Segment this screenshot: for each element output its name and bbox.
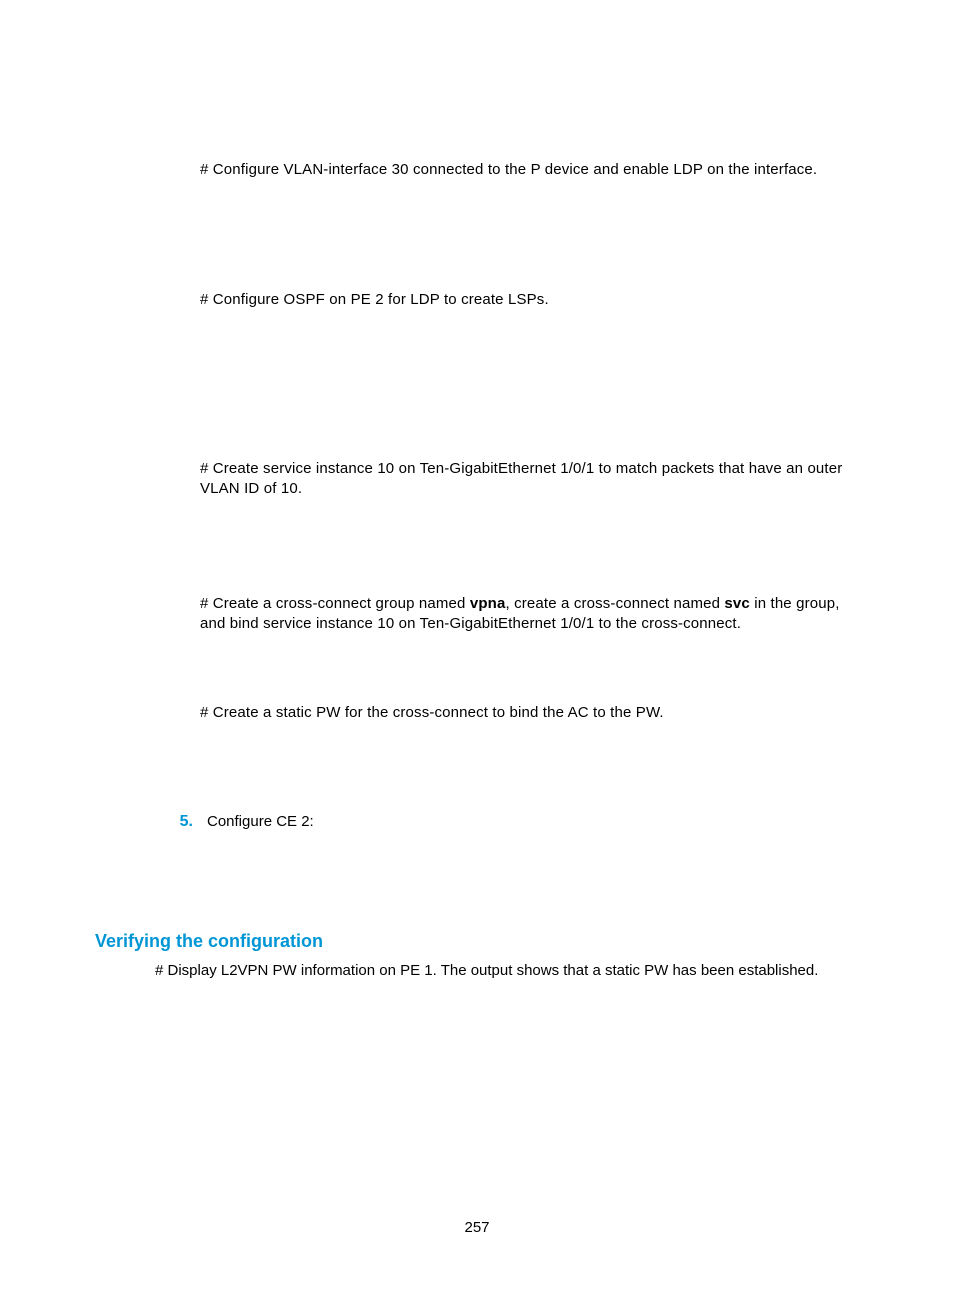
para-display-l2vpn: # Display L2VPN PW information on PE 1. … [155,962,859,979]
spacer [95,723,859,773]
text-run: # Create a cross-connect group named [200,595,470,612]
para-configure-vlan: # Configure VLAN-interface 30 connected … [200,160,859,180]
bold-vpna: vpna [470,595,506,612]
para-create-static-pw: # Create a static PW for the cross-conne… [200,703,859,723]
text-run: , create a cross-connect named [505,595,724,612]
page-content: # Configure VLAN-interface 30 connected … [0,0,954,979]
para-create-xconnect-group: # Create a cross-connect group named vpn… [200,594,859,635]
step-5-row: 5. Configure CE 2: [95,813,859,831]
para-configure-ospf: # Configure OSPF on PE 2 for LDP to crea… [200,290,859,310]
page-number: 257 [0,1219,954,1236]
step-body: Configure CE 2: [207,813,314,830]
heading-verifying: Verifying the configuration [95,931,859,952]
bold-svc: svc [724,595,749,612]
spacer [95,311,859,459]
step-number: 5. [153,813,193,831]
spacer [95,180,859,290]
spacer [95,499,859,594]
para-create-service-instance: # Create service instance 10 on Ten-Giga… [200,459,859,500]
spacer [95,635,859,703]
